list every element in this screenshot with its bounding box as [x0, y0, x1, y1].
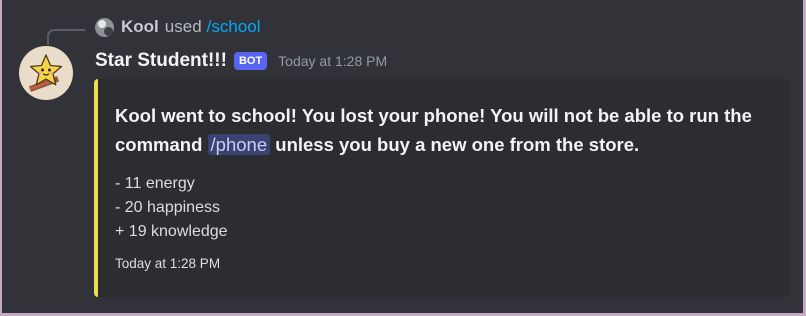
- message-timestamp[interactable]: Today at 1:28 PM: [278, 53, 387, 69]
- bot-badge: BOT: [233, 52, 268, 70]
- phone-command-mention[interactable]: /phone: [207, 134, 271, 155]
- stat-knowledge: + 19 knowledge: [115, 223, 228, 240]
- window-edge-left: [0, 0, 2, 316]
- embed-accent-bar: [94, 79, 98, 297]
- message-header: Star Student!!! BOT Today at 1:28 PM: [95, 48, 387, 74]
- embed-footer-timestamp: Today at 1:28 PM: [115, 256, 221, 271]
- embed-title: Kool went to school! You lost your phone…: [115, 101, 775, 159]
- stat-energy: - 11 energy: [115, 175, 195, 192]
- stat-happiness: - 20 happiness: [115, 199, 220, 216]
- reply-verb: used: [164, 17, 202, 36]
- message-embed: Kool went to school! You lost your phone…: [94, 79, 790, 297]
- command-reply-reference[interactable]: Kool used /school: [95, 15, 261, 39]
- embed-stats: - 11 energy - 20 happiness + 19 knowledg…: [115, 172, 228, 244]
- embed-title-text-end: unless you buy a new one from the store.: [270, 134, 640, 155]
- star-character-icon: [29, 54, 63, 92]
- bot-avatar[interactable]: [19, 46, 73, 100]
- reply-username[interactable]: Kool: [121, 17, 159, 37]
- bot-username[interactable]: Star Student!!!: [95, 50, 227, 72]
- reply-command[interactable]: /school: [207, 17, 261, 37]
- reply-connector: [47, 29, 85, 45]
- reply-user-avatar[interactable]: [95, 17, 114, 37]
